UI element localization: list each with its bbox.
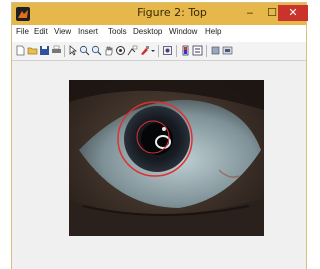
brush-dropdown-icon[interactable]: [150, 45, 161, 56]
menu-file[interactable]: File: [16, 27, 29, 36]
menu-window[interactable]: Window: [169, 27, 197, 36]
close-button[interactable]: ✕: [278, 5, 308, 21]
eye-image: [69, 80, 264, 236]
pointer-icon[interactable]: [67, 45, 78, 56]
matlab-app-icon: [16, 7, 30, 21]
new-figure-icon[interactable]: [15, 45, 26, 56]
figure-canvas: [12, 61, 306, 269]
pan-icon[interactable]: [103, 45, 114, 56]
print-icon[interactable]: [51, 45, 62, 56]
brush-icon[interactable]: [139, 45, 150, 56]
toolbar-separator: [176, 45, 177, 57]
title-bar[interactable]: Figure 2: Top ‒ ☐ ✕: [12, 3, 308, 25]
hide-plot-tools-icon[interactable]: [210, 45, 221, 56]
toolbar-separator: [158, 45, 159, 57]
menu-insert[interactable]: Insert: [78, 27, 98, 36]
toolbar-separator: [64, 45, 65, 57]
eye-image-axes[interactable]: [69, 80, 264, 236]
menu-view[interactable]: View: [54, 27, 71, 36]
colorbar-icon[interactable]: [180, 45, 191, 56]
legend-icon[interactable]: [192, 45, 203, 56]
menu-desktop[interactable]: Desktop: [133, 27, 162, 36]
figure-window: Figure 2: Top ‒ ☐ ✕ File Edit View Inser…: [11, 2, 308, 269]
data-cursor-icon[interactable]: [127, 45, 138, 56]
show-plot-tools-icon[interactable]: [222, 45, 233, 56]
rotate-icon[interactable]: [115, 45, 126, 56]
save-icon[interactable]: [39, 45, 50, 56]
figure-toolbar: [12, 42, 306, 61]
link-icon[interactable]: [162, 45, 173, 56]
toolbar-separator: [206, 45, 207, 57]
menu-edit[interactable]: Edit: [34, 27, 48, 36]
menu-help[interactable]: Help: [205, 27, 221, 36]
menu-tools[interactable]: Tools: [108, 27, 127, 36]
window-title: Figure 2: Top: [137, 6, 207, 19]
zoom-in-icon[interactable]: [79, 45, 90, 56]
open-file-icon[interactable]: [27, 45, 38, 56]
zoom-out-icon[interactable]: [91, 45, 102, 56]
minimize-button[interactable]: ‒: [238, 5, 262, 21]
menu-bar: File Edit View Insert Tools Desktop Wind…: [12, 25, 306, 42]
